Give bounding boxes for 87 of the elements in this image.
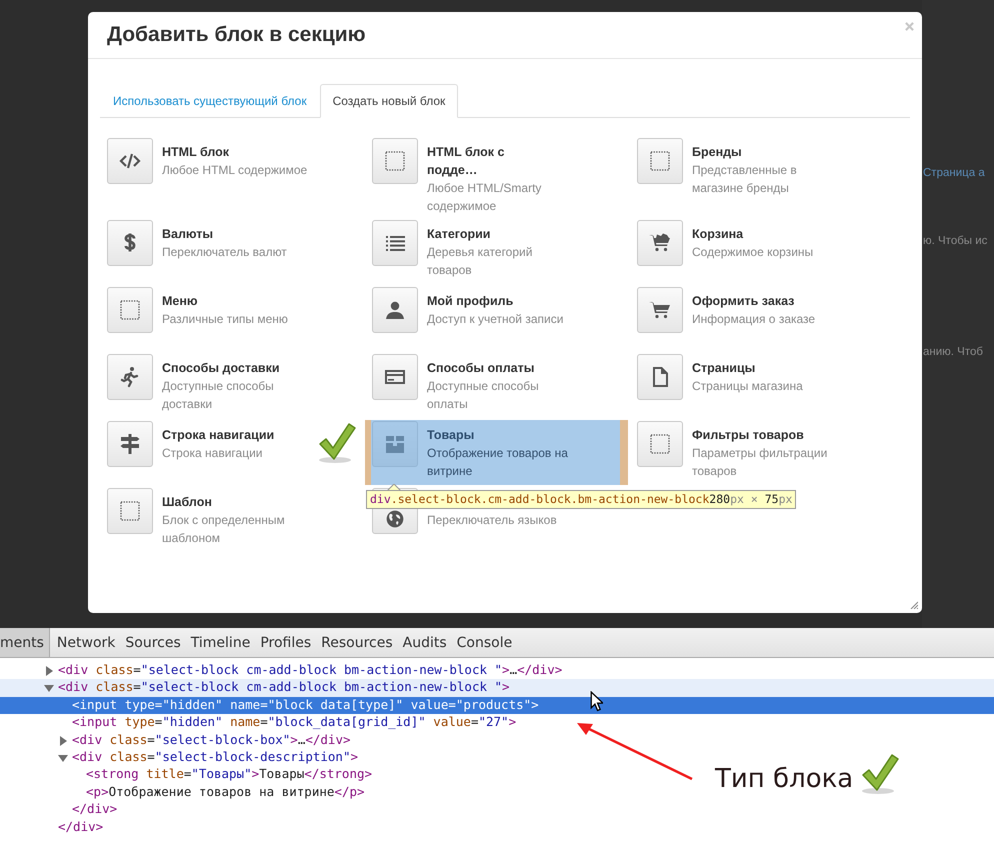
block-description: Любое HTML/Smarty содержимое bbox=[427, 180, 542, 215]
block-tile[interactable] bbox=[372, 354, 418, 400]
block-title: Способы оплаты bbox=[427, 360, 536, 377]
signpost-icon bbox=[118, 432, 142, 456]
block-title: Мой профиль bbox=[427, 293, 514, 310]
block-title: Категории bbox=[427, 226, 492, 243]
block-tile[interactable] bbox=[107, 220, 153, 266]
code-line[interactable]: <input type="hidden" name="block_data[grid_id]" value="27"> bbox=[0, 714, 516, 732]
block-tile[interactable] bbox=[107, 421, 153, 467]
block-description: Переключатель языков bbox=[427, 512, 558, 529]
block-tile[interactable] bbox=[107, 138, 153, 184]
block-tile[interactable] bbox=[637, 138, 683, 184]
block-title: Фильтры товаров bbox=[692, 427, 805, 444]
dotted-square-icon bbox=[648, 149, 672, 173]
block-title: Товары bbox=[427, 427, 476, 444]
block-description: Доступные способы оплаты bbox=[427, 378, 540, 413]
block-description: Доступ к учетной записи bbox=[427, 311, 564, 328]
block-description: Представленные в магазине бренды bbox=[692, 162, 798, 197]
block-tile[interactable] bbox=[107, 287, 153, 333]
block-description: Любое HTML содержимое bbox=[162, 162, 308, 179]
page-link[interactable]: Страница а bbox=[922, 164, 985, 182]
disclosure-triangle-icon[interactable] bbox=[58, 752, 68, 763]
checkmark-icon bbox=[317, 421, 357, 465]
block-description: Переключатель валют bbox=[162, 244, 288, 261]
block-tile[interactable] bbox=[637, 220, 683, 266]
block-tile[interactable] bbox=[637, 421, 683, 467]
devtools-tab[interactable]: Network bbox=[52, 628, 120, 657]
code-line[interactable]: <div class="select-block-description"> bbox=[0, 748, 358, 766]
disclosure-triangle-icon[interactable] bbox=[44, 683, 54, 694]
block-title: HTML блок bbox=[162, 144, 230, 161]
block-tile[interactable] bbox=[637, 287, 683, 333]
code-line[interactable]: </div> bbox=[0, 818, 104, 836]
block-title: Оформить заказ bbox=[692, 293, 796, 310]
block-tile[interactable] bbox=[107, 354, 153, 400]
checkmark-icon bbox=[860, 752, 900, 796]
block-title: Меню bbox=[162, 293, 199, 310]
page-text: анию. Чтоб bbox=[922, 345, 983, 360]
block-description: Различные типы меню bbox=[162, 311, 289, 328]
block-title: Способы доставки bbox=[162, 360, 281, 377]
devtools-tab[interactable]: Sources bbox=[120, 628, 186, 657]
block-description: Параметры фильтрации товаров bbox=[692, 445, 828, 480]
block-description: Страницы магазина bbox=[692, 378, 804, 395]
dotted-square-icon bbox=[648, 432, 672, 456]
block-title: Шаблон bbox=[162, 494, 213, 511]
block-title: HTML блок с подде… bbox=[427, 144, 506, 179]
tab[interactable]: Создать новый блок bbox=[320, 84, 458, 118]
tab[interactable]: Использовать существующий блок bbox=[100, 84, 320, 118]
mouse-cursor-icon bbox=[590, 691, 603, 712]
block-description: Информация о заказе bbox=[692, 311, 816, 328]
block-description: Отображение товаров на витрине bbox=[427, 445, 569, 480]
block-description: Доступные способы доставки bbox=[162, 378, 275, 413]
dotted-square-icon bbox=[118, 499, 142, 523]
page-text: ю. Чтобы ис bbox=[922, 234, 988, 249]
devtools-tab[interactable]: ments bbox=[0, 628, 50, 657]
globe-icon bbox=[385, 509, 405, 529]
block-tile[interactable] bbox=[637, 354, 683, 400]
disclosure-triangle-icon[interactable] bbox=[44, 666, 54, 676]
resize-grip-icon[interactable] bbox=[910, 601, 918, 609]
devtools-tab[interactable]: Console bbox=[452, 628, 518, 657]
code-line[interactable]: <div class="select-block-box">…</div> bbox=[0, 732, 351, 749]
block-tile[interactable] bbox=[372, 287, 418, 333]
block-title: Корзина bbox=[692, 226, 744, 243]
code-line[interactable]: <strong title="Товары">Товары</strong> bbox=[0, 766, 372, 784]
devtools-tab[interactable]: Profiles bbox=[255, 628, 316, 657]
block-tile[interactable] bbox=[372, 421, 418, 467]
dialog-title: Добавить блок в секцию bbox=[107, 23, 366, 47]
block-title: Строка навигации bbox=[162, 427, 276, 444]
code-line[interactable]: </div> bbox=[0, 801, 118, 819]
devtools-tab[interactable]: Timeline bbox=[186, 628, 256, 657]
dotted-square-icon bbox=[118, 298, 142, 322]
block-tile[interactable] bbox=[107, 488, 153, 534]
block-description: Содержимое корзины bbox=[692, 244, 814, 261]
devtools-tab[interactable]: Resources bbox=[316, 628, 398, 657]
annotation-label: Тип блока bbox=[715, 764, 854, 794]
code-line[interactable]: <p>Отображение товаров на витрине</p> bbox=[0, 784, 365, 802]
block-tile[interactable] bbox=[372, 138, 418, 184]
block-description: Блок с определенным шаблоном bbox=[162, 512, 286, 547]
block-title: Валюты bbox=[162, 226, 214, 243]
block-tile[interactable] bbox=[372, 220, 418, 266]
block-description: Деревья категорий товаров bbox=[427, 244, 534, 279]
dotted-square-icon bbox=[383, 149, 407, 173]
block-title: Бренды bbox=[692, 144, 743, 161]
block-title: Страницы bbox=[692, 360, 756, 377]
block-description: Строка навигации bbox=[162, 445, 264, 462]
devtools-tab[interactable]: Audits bbox=[398, 628, 452, 657]
code-line[interactable]: <div class="select-block cm-add-block bm-action-new-block ">…</div> bbox=[0, 662, 562, 680]
disclosure-triangle-icon[interactable] bbox=[58, 736, 68, 746]
